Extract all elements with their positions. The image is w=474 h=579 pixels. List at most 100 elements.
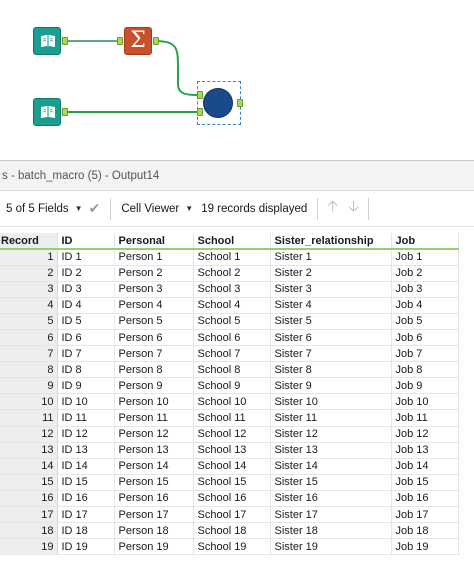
fields-selector[interactable]: 5 of 5 Fields ▼ ✔ [0,197,106,221]
personal-cell[interactable]: Person 3 [114,281,194,298]
personal-cell[interactable]: Person 13 [114,442,194,459]
personal-cell[interactable]: Person 7 [114,345,194,363]
personal-cell[interactable]: Person 9 [114,377,194,395]
school-cell[interactable]: School 13 [193,442,271,459]
record-number-cell[interactable]: 3 [0,281,58,298]
record-number-cell[interactable]: 12 [0,426,58,443]
record-number-cell[interactable]: 15 [0,474,58,491]
record-number-cell[interactable]: 11 [0,409,58,427]
school-cell[interactable]: School 11 [193,409,271,427]
school-cell[interactable]: School 4 [193,297,271,314]
table-row[interactable]: 12 ID 12 Person 12 School 12 Sister 12 Job 12 [0,426,459,443]
sister-relationship-cell[interactable]: Sister 14 [270,458,392,475]
table-row[interactable]: 4 ID 4 Person 4 School 4 Sister 4 Job 4 [0,297,459,314]
column-header-record[interactable]: Record [0,233,58,250]
job-cell[interactable]: Job 13 [391,442,459,459]
school-cell[interactable]: School 8 [193,361,271,379]
record-number-cell[interactable]: 18 [0,522,58,540]
input-data-tool-1[interactable] [33,27,61,55]
personal-cell[interactable]: Person 15 [114,474,194,491]
table-row[interactable]: 5 ID 5 Person 5 School 5 Sister 5 Job 5 [0,313,459,330]
school-cell[interactable]: School 10 [193,393,271,411]
table-row[interactable]: 15 ID 15 Person 15 School 15 Sister 15 Job 15 [0,474,459,491]
checkmark-icon[interactable]: ✔ [89,200,101,217]
id-cell[interactable]: ID 8 [57,361,115,379]
column-header-job[interactable]: Job [391,233,459,250]
id-cell[interactable]: ID 13 [57,442,115,459]
table-row[interactable]: 17 ID 17 Person 17 School 17 Sister 17 Job 17 [0,506,459,524]
id-cell[interactable]: ID 4 [57,297,115,314]
input-anchor[interactable] [197,108,203,116]
table-row[interactable]: 2 ID 2 Person 2 School 2 Sister 2 Job 2 [0,265,459,282]
table-row[interactable]: 10 ID 10 Person 10 School 10 Sister 10 Job 10 [0,393,459,411]
school-cell[interactable]: School 3 [193,281,271,298]
school-cell[interactable]: School 1 [193,249,271,266]
personal-cell[interactable]: Person 8 [114,361,194,379]
personal-cell[interactable]: Person 10 [114,393,194,411]
personal-cell[interactable]: Person 5 [114,313,194,330]
job-cell[interactable]: Job 15 [391,474,459,491]
job-cell[interactable]: Job 1 [391,249,459,266]
school-cell[interactable]: School 16 [193,490,271,508]
input-data-tool-2[interactable] [33,98,61,126]
record-number-cell[interactable]: 19 [0,538,58,556]
job-cell[interactable]: Job 19 [391,538,459,556]
sister-relationship-cell[interactable]: Sister 17 [270,506,392,524]
personal-cell[interactable]: Person 17 [114,506,194,524]
input-anchor[interactable] [197,91,203,99]
id-cell[interactable]: ID 10 [57,393,115,411]
job-cell[interactable]: Job 6 [391,329,459,347]
job-cell[interactable]: Job 2 [391,265,459,282]
column-header-school[interactable]: School [193,233,271,250]
school-cell[interactable]: School 9 [193,377,271,395]
record-number-cell[interactable]: 10 [0,393,58,411]
personal-cell[interactable]: Person 4 [114,297,194,314]
id-cell[interactable]: ID 19 [57,538,115,556]
sister-relationship-cell[interactable]: Sister 18 [270,522,392,540]
summarize-tool[interactable]: Σ [124,27,152,55]
school-cell[interactable]: School 2 [193,265,271,282]
job-cell[interactable]: Job 9 [391,377,459,395]
table-row[interactable]: 7 ID 7 Person 7 School 7 Sister 7 Job 7 [0,345,459,363]
id-cell[interactable]: ID 6 [57,329,115,347]
record-number-cell[interactable]: 6 [0,329,58,347]
personal-cell[interactable]: Person 12 [114,426,194,443]
sister-relationship-cell[interactable]: Sister 7 [270,345,392,363]
table-row[interactable]: 6 ID 6 Person 6 School 6 Sister 6 Job 6 [0,329,459,347]
output-anchor[interactable] [153,37,159,45]
personal-cell[interactable]: Person 14 [114,458,194,475]
table-row[interactable]: 9 ID 9 Person 9 School 9 Sister 9 Job 9 [0,377,459,395]
record-number-cell[interactable]: 13 [0,442,58,459]
job-cell[interactable]: Job 11 [391,409,459,427]
job-cell[interactable]: Job 8 [391,361,459,379]
workflow-canvas[interactable]: Σ [0,0,474,160]
id-cell[interactable]: ID 1 [57,249,115,266]
school-cell[interactable]: School 6 [193,329,271,347]
record-number-cell[interactable]: 4 [0,297,58,314]
output-anchor[interactable] [62,37,68,45]
sister-relationship-cell[interactable]: Sister 19 [270,538,392,556]
sister-relationship-cell[interactable]: Sister 5 [270,313,392,330]
id-cell[interactable]: ID 5 [57,313,115,330]
school-cell[interactable]: School 12 [193,426,271,443]
column-header-sister-relationship[interactable]: Sister_relationship [270,233,392,250]
table-row[interactable]: 13 ID 13 Person 13 School 13 Sister 13 Job 13 [0,442,459,459]
record-number-cell[interactable]: 2 [0,265,58,282]
sister-relationship-cell[interactable]: Sister 16 [270,490,392,508]
record-number-cell[interactable]: 17 [0,506,58,524]
school-cell[interactable]: School 7 [193,345,271,363]
personal-cell[interactable]: Person 1 [114,249,194,266]
job-cell[interactable]: Job 18 [391,522,459,540]
sister-relationship-cell[interactable]: Sister 3 [270,281,392,298]
record-number-cell[interactable]: 8 [0,361,58,379]
id-cell[interactable]: ID 17 [57,506,115,524]
personal-cell[interactable]: Person 18 [114,522,194,540]
table-row[interactable]: 19 ID 19 Person 19 School 19 Sister 19 Job 19 [0,538,459,556]
personal-cell[interactable]: Person 6 [114,329,194,347]
job-cell[interactable]: Job 7 [391,345,459,363]
table-row[interactable]: 8 ID 8 Person 8 School 8 Sister 8 Job 8 [0,361,459,379]
school-cell[interactable]: School 19 [193,538,271,556]
column-header-id[interactable]: ID [57,233,115,250]
record-number-cell[interactable]: 5 [0,313,58,330]
job-cell[interactable]: Job 5 [391,313,459,330]
